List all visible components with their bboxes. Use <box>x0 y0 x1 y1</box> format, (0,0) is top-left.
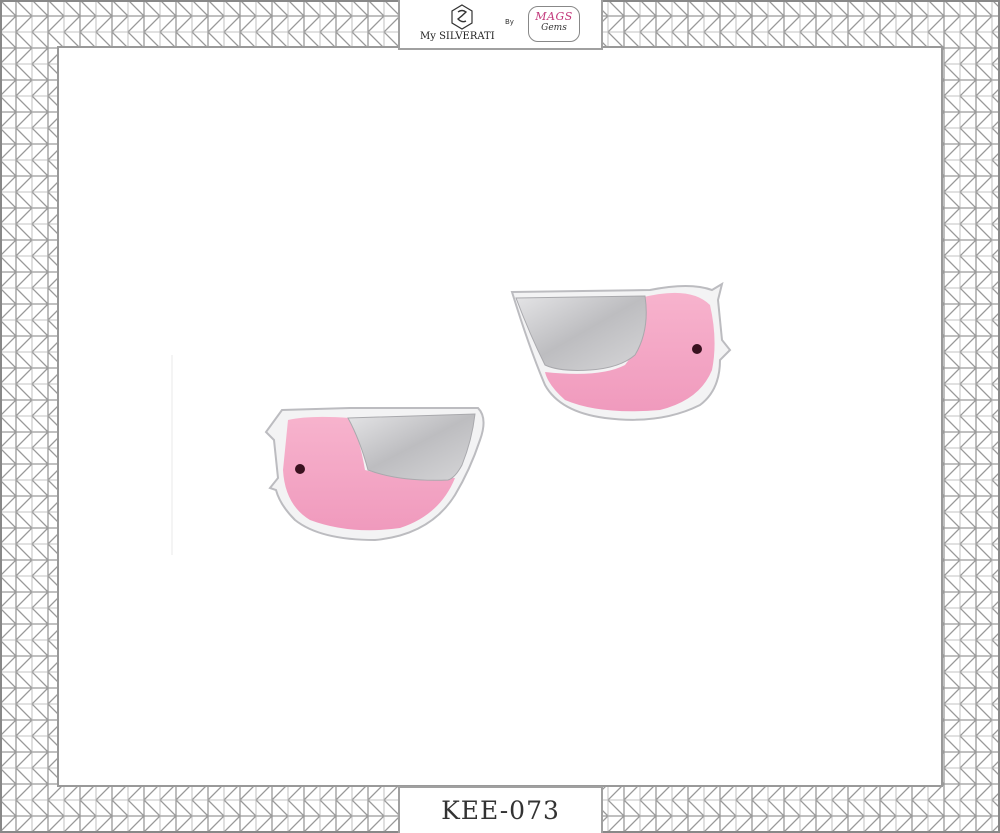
left-bird-eye <box>295 464 305 474</box>
right-bird-earring <box>510 281 732 421</box>
sku-label-box: KEE-073 <box>398 786 603 833</box>
right-bird-eye <box>692 344 702 354</box>
product-image <box>171 281 732 555</box>
product-sku: KEE-073 <box>441 796 560 825</box>
left-bird-earring <box>264 407 485 542</box>
